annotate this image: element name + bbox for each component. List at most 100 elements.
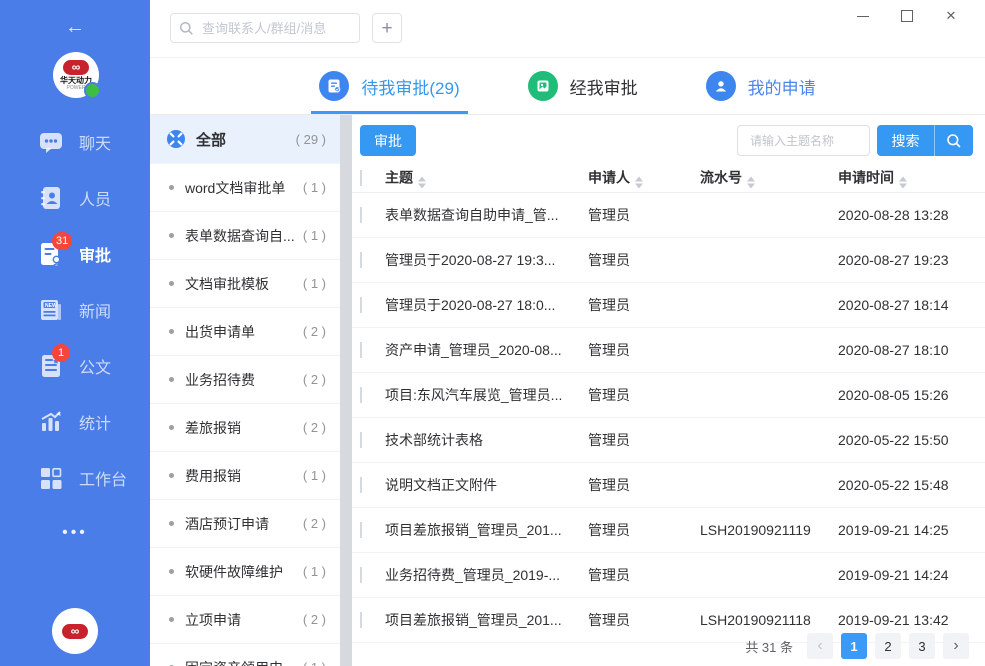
more-menu-icon[interactable]: ••• — [0, 524, 150, 542]
sort-icon[interactable] — [635, 176, 643, 188]
category-item[interactable]: 费用报销 ( 1 ) — [150, 451, 340, 499]
row-subject[interactable]: 表单数据查询自助申请_管... — [385, 205, 581, 225]
category-item[interactable]: 文档审批模板 ( 1 ) — [150, 259, 340, 307]
contact-search-box[interactable] — [170, 13, 360, 43]
category-count: ( 1 ) — [303, 276, 326, 291]
sidebar-item-news[interactable]: NEW 新闻 — [0, 282, 150, 338]
close-icon[interactable]: ✕ — [929, 4, 973, 28]
row-subject[interactable]: 资产申请_管理员_2020-08... — [385, 340, 581, 360]
collapse-back-icon[interactable]: ← — [0, 16, 150, 39]
row-subject[interactable]: 技术部统计表格 — [385, 430, 581, 450]
table-row[interactable]: 项目差旅报销_管理员_201... 管理员 LSH20190921119 201… — [352, 508, 985, 553]
page-button[interactable]: 1 — [841, 633, 867, 659]
contacts-icon — [38, 185, 64, 211]
subject-search-input[interactable] — [748, 133, 859, 149]
online-status-dot — [84, 82, 101, 99]
row-checkbox[interactable] — [360, 567, 362, 583]
row-checkbox[interactable] — [360, 207, 362, 223]
row-subject[interactable]: 项目:东风汽车展览_管理员... — [385, 385, 581, 405]
prev-page-icon[interactable]: ‹ — [807, 633, 833, 659]
category-item[interactable]: 酒店预订申请 ( 2 ) — [150, 499, 340, 547]
table-row[interactable]: 表单数据查询自助申请_管... 管理员 2020-08-28 13:28 — [352, 193, 985, 238]
row-checkbox[interactable] — [360, 612, 362, 628]
row-subject[interactable]: 项目差旅报销_管理员_201... — [385, 520, 581, 540]
search-button[interactable]: 搜索 — [877, 125, 935, 156]
approval-badge: 31 — [52, 232, 72, 250]
table-row[interactable]: 管理员于2020-08-27 19:3... 管理员 2020-08-27 19… — [352, 238, 985, 283]
page-button[interactable]: 3 — [909, 633, 935, 659]
category-list: word文档审批单 ( 1 ) 表单数据查询自... ( 1 ) 文档审批模板 … — [150, 163, 340, 666]
category-item[interactable]: word文档审批单 ( 1 ) — [150, 163, 340, 211]
category-item[interactable]: 出货申请单 ( 2 ) — [150, 307, 340, 355]
table-header: 主题 申请人 流水号 申请时间 — [352, 163, 985, 193]
row-subject[interactable]: 项目差旅报销_管理员_201... — [385, 610, 581, 630]
bottom-brand-logo[interactable]: ∞ — [52, 608, 98, 654]
table-row[interactable]: 资产申请_管理员_2020-08... 管理员 2020-08-27 18:10 — [352, 328, 985, 373]
table-row[interactable]: 技术部统计表格 管理员 2020-05-22 15:50 — [352, 418, 985, 463]
row-checkbox[interactable] — [360, 387, 362, 403]
category-item[interactable]: 立项申请 ( 2 ) — [150, 595, 340, 643]
row-applicant: 管理员 — [588, 610, 688, 630]
header-applicant[interactable]: 申请人 — [588, 167, 688, 188]
bullet-dot-icon — [169, 521, 174, 526]
category-all[interactable]: 全部 ( 29 ) — [150, 115, 340, 163]
sidebar-item-official-docs[interactable]: 1 公文 — [0, 338, 150, 394]
infinity-logo-icon: ∞ — [62, 624, 88, 639]
sidebar-item-workbench[interactable]: 工作台 — [0, 450, 150, 506]
add-button[interactable]: + — [372, 13, 402, 43]
header-subject[interactable]: 主题 — [385, 167, 581, 188]
sidebar-item-label: 聊天 — [79, 130, 111, 154]
row-apply-time: 2020-08-27 18:14 — [838, 297, 980, 313]
my-applications-icon — [706, 71, 736, 101]
approve-button[interactable]: 审批 — [360, 125, 416, 156]
row-subject[interactable]: 说明文档正文附件 — [385, 475, 581, 495]
tab-my-applications[interactable]: 我的申请 — [706, 58, 816, 114]
tab-pending-approval[interactable]: 待我审批(29) — [319, 58, 459, 114]
category-item[interactable]: 业务招待费 ( 2 ) — [150, 355, 340, 403]
maximize-icon[interactable] — [885, 4, 929, 28]
row-checkbox[interactable] — [360, 342, 362, 358]
row-checkbox[interactable] — [360, 432, 362, 448]
sidebar-item-stats[interactable]: 统计 — [0, 394, 150, 450]
row-checkbox[interactable] — [360, 252, 362, 268]
category-scrollbar[interactable] — [340, 115, 352, 666]
row-apply-time: 2020-05-22 15:48 — [838, 477, 980, 493]
category-label: 业务招待费 — [185, 370, 303, 390]
table-row[interactable]: 管理员于2020-08-27 18:0... 管理员 2020-08-27 18… — [352, 283, 985, 328]
category-item[interactable]: 差旅报销 ( 2 ) — [150, 403, 340, 451]
category-item[interactable]: 固定资产领用申... ( 1 ) — [150, 643, 340, 666]
sort-icon[interactable] — [418, 176, 426, 188]
row-subject[interactable]: 管理员于2020-08-27 18:0... — [385, 295, 581, 315]
avatar[interactable]: ∞ 华天动力 POWER — [53, 52, 99, 98]
subject-search-box[interactable] — [737, 125, 870, 156]
table-row[interactable]: 项目:东风汽车展览_管理员... 管理员 2020-08-05 15:26 — [352, 373, 985, 418]
advanced-search-button[interactable] — [935, 125, 973, 156]
row-checkbox[interactable] — [360, 297, 362, 313]
table-row[interactable]: 说明文档正文附件 管理员 2020-05-22 15:48 — [352, 463, 985, 508]
contact-search-input[interactable] — [200, 20, 351, 37]
row-subject[interactable]: 管理员于2020-08-27 19:3... — [385, 250, 581, 270]
row-checkbox[interactable] — [360, 522, 362, 538]
category-item[interactable]: 软硬件故障维护 ( 1 ) — [150, 547, 340, 595]
row-subject[interactable]: 业务招待费_管理员_2019-... — [385, 565, 581, 585]
header-serial[interactable]: 流水号 — [700, 167, 832, 188]
bullet-dot-icon — [169, 377, 174, 382]
table-row[interactable]: 业务招待费_管理员_2019-... 管理员 2019-09-21 14:24 — [352, 553, 985, 598]
header-apply-time[interactable]: 申请时间 — [838, 167, 980, 188]
sidebar-item-approval[interactable]: 31 审批 — [0, 226, 150, 282]
tab-approved-by-me[interactable]: 经我审批 — [528, 58, 638, 114]
next-page-icon[interactable]: › — [943, 633, 969, 659]
row-applicant: 管理员 — [588, 250, 688, 270]
sort-icon[interactable] — [899, 176, 907, 188]
select-all-checkbox[interactable] — [360, 170, 362, 186]
row-applicant: 管理员 — [588, 565, 688, 585]
minimize-icon[interactable] — [841, 4, 885, 28]
row-serial: LSH20190921119 — [700, 522, 832, 538]
table-body: 表单数据查询自助申请_管... 管理员 2020-08-28 13:28 管理员… — [352, 193, 985, 643]
sort-icon[interactable] — [747, 176, 755, 188]
sidebar-item-people[interactable]: 人员 — [0, 170, 150, 226]
sidebar-item-chat[interactable]: 聊天 — [0, 114, 150, 170]
row-checkbox[interactable] — [360, 477, 362, 493]
category-item[interactable]: 表单数据查询自... ( 1 ) — [150, 211, 340, 259]
page-button[interactable]: 2 — [875, 633, 901, 659]
